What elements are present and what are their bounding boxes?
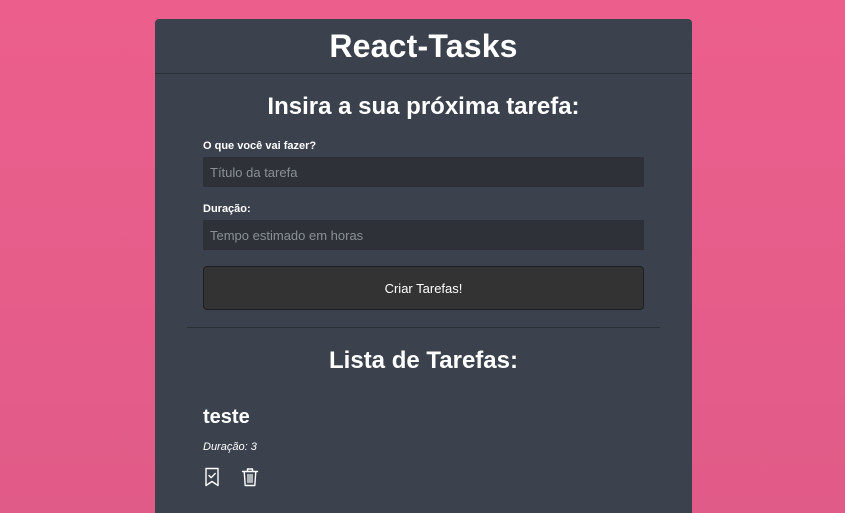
- app-title: React-Tasks: [329, 27, 518, 64]
- task-item: teste Duração: 3: [155, 405, 692, 487]
- section-divider: [187, 327, 660, 328]
- trash-icon[interactable]: [241, 467, 259, 487]
- task-form: Insira a sua próxima tarefa: O que você …: [155, 93, 692, 310]
- task-item-actions: [203, 467, 644, 487]
- task-list-title: Lista de Tarefas:: [329, 347, 518, 374]
- task-item-title: teste: [203, 406, 250, 428]
- task-item-duration: Duração: 3: [203, 441, 257, 453]
- app-header: React-Tasks: [155, 19, 692, 74]
- create-task-button[interactable]: Criar Tarefas!: [203, 266, 644, 310]
- duration-input[interactable]: [203, 220, 644, 250]
- task-title-label: O que você vai fazer?: [203, 140, 317, 152]
- duration-label: Duração:: [203, 203, 251, 215]
- app-panel: React-Tasks Insira a sua próxima tarefa:…: [155, 19, 692, 513]
- task-title-input[interactable]: [203, 157, 644, 187]
- bookmark-check-icon[interactable]: [203, 467, 221, 487]
- form-title: Insira a sua próxima tarefa:: [267, 93, 580, 120]
